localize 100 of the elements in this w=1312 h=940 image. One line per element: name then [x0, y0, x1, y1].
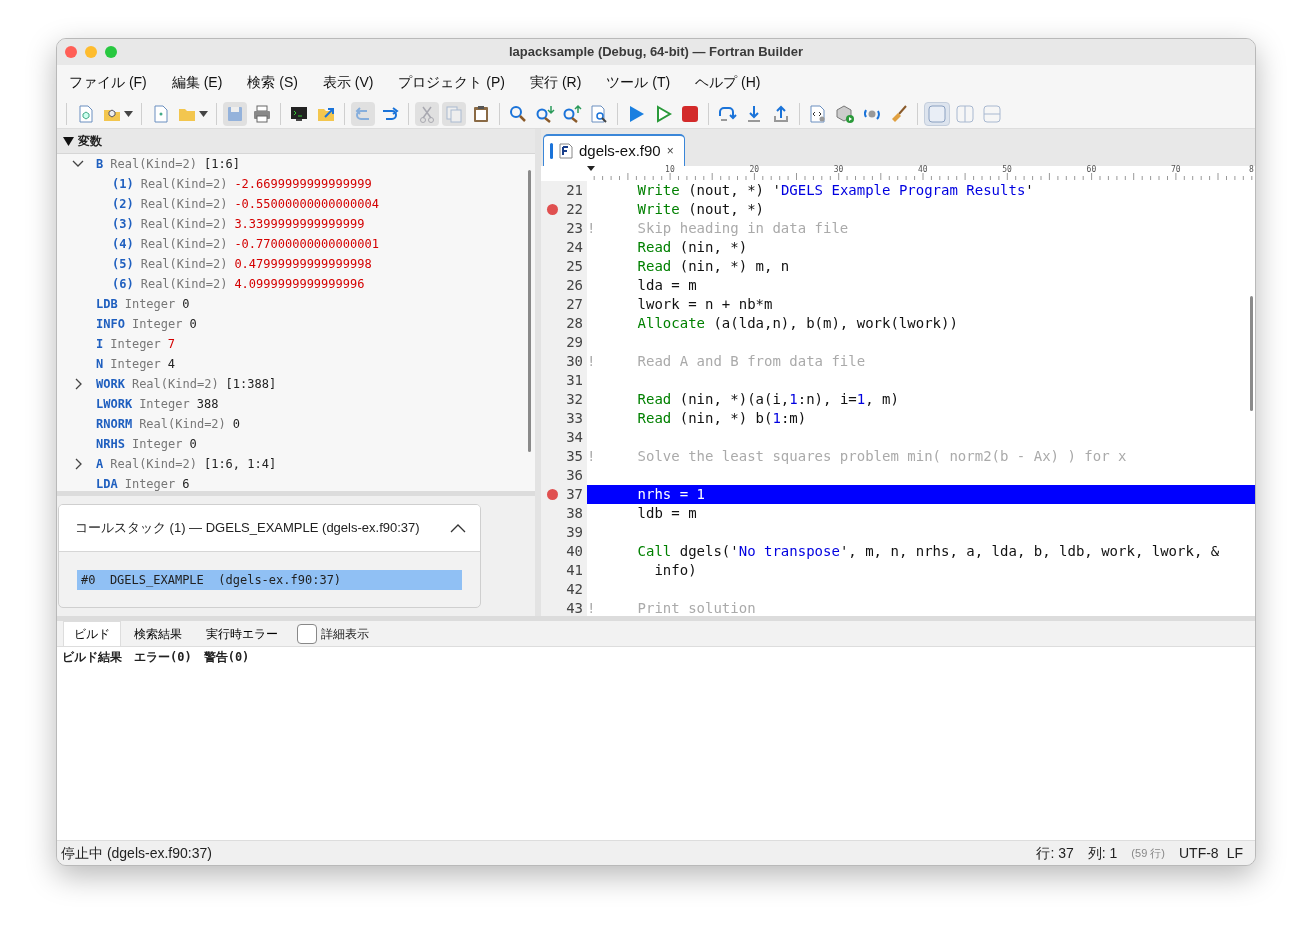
line-number: 42	[566, 580, 584, 599]
variable-name: NRHS	[96, 436, 125, 453]
variable-value: 0	[189, 436, 197, 453]
horizontal-split-icon	[982, 103, 1002, 124]
variable-name: LWORK	[96, 396, 133, 413]
variable-name: (5)	[112, 256, 134, 273]
variable-type: Real(Kind=2)	[110, 456, 197, 473]
menu-item[interactable]: ヘルプ (H)	[687, 67, 769, 97]
breakpoint-icon[interactable]	[547, 204, 558, 215]
variable-value: -2.6699999999999999	[234, 176, 372, 193]
ruler-label: 60	[1086, 164, 1097, 176]
variable-name: (4)	[112, 236, 134, 253]
output-tab[interactable]: 検索結果	[123, 621, 193, 646]
variable-type: Real(Kind=2)	[140, 196, 228, 213]
line-number: 32	[566, 390, 584, 409]
variable-type: Real(Kind=2)	[140, 176, 228, 193]
line-number: 28	[566, 314, 584, 333]
menu-item[interactable]: ツール (T)	[598, 67, 679, 97]
line-number: 27	[566, 295, 584, 314]
tab-label: dgels-ex.f90	[579, 140, 661, 161]
variable-name: A	[96, 456, 104, 473]
variable-name: N	[96, 356, 104, 373]
tab-indicator	[550, 143, 553, 159]
code-line: ! Solve the least squares problem min( norm2(b - Ax) ) for x	[587, 447, 1128, 466]
ruler-label: 50	[1002, 164, 1012, 176]
variable-type: Real(Kind=2)	[140, 256, 228, 273]
line-number: 29	[566, 333, 584, 352]
collapse-icon[interactable]	[63, 136, 74, 146]
variable-name: I	[96, 336, 104, 353]
line-number: 30	[566, 352, 584, 371]
code-line: Write (nout, *) 'DGELS Example Program Results'	[636, 181, 1035, 200]
variable-value: [1:6]	[203, 156, 241, 173]
menu-item[interactable]: 検索 (S)	[239, 67, 306, 97]
variable-name: WORK	[96, 376, 125, 393]
breakpoint-icon[interactable]	[547, 489, 558, 500]
line-number: 38	[566, 504, 584, 523]
variable-name: LDA	[96, 476, 118, 491]
vertical-split-icon	[955, 103, 975, 124]
chevron-up-icon[interactable]	[450, 523, 466, 533]
variable-value: 4	[167, 356, 176, 373]
variable-type: Real(Kind=2)	[140, 276, 228, 293]
line-number: 26	[566, 276, 584, 295]
variable-name: (2)	[112, 196, 134, 213]
line-number: 43	[566, 599, 584, 616]
code-line: Read (nin, *) m, n	[636, 257, 791, 276]
menu-item[interactable]: ファイル (F)	[61, 67, 155, 97]
code-line: Read (nin, *)(a(i,1:n), i=1, m)	[636, 390, 900, 409]
code-line: Write (nout, *)	[636, 200, 765, 219]
code-line: Read (nin, *) b(1:m)	[636, 409, 808, 428]
variable-type: Real(Kind=2)	[110, 156, 197, 173]
build-output: ビルド結果 エラー(0) 警告(0)	[61, 649, 251, 666]
line-number: 35	[566, 447, 584, 466]
code-line: Read (nin, *)	[636, 238, 749, 257]
stack-frame[interactable]: #0 DGELS_EXAMPLE (dgels-ex.f90:37)	[77, 570, 462, 590]
variable-value: -0.77000000000000001	[234, 236, 379, 253]
menu-item[interactable]: 実行 (R)	[522, 67, 590, 97]
close-button[interactable]	[65, 46, 77, 58]
variable-type: Integer	[124, 476, 176, 491]
output-tab[interactable]: ビルド	[63, 621, 121, 646]
variable-value: 6	[182, 476, 190, 491]
search-up-icon	[562, 103, 582, 124]
paste-icon	[471, 103, 491, 124]
variable-type: Real(Kind=2)	[131, 376, 219, 393]
menu-item[interactable]: 編集 (E)	[163, 67, 231, 97]
caret-icon	[124, 110, 133, 117]
line-number: 24	[566, 238, 584, 257]
scrollbar[interactable]	[528, 170, 531, 452]
line-number: 39	[566, 523, 584, 542]
print-icon	[252, 103, 272, 124]
editor-tab[interactable]: dgels-ex.f90 ×	[543, 134, 685, 166]
menu-item[interactable]: 表示 (V)	[314, 67, 382, 97]
line-number: 37	[566, 485, 584, 504]
line-count: (59 行)	[1131, 846, 1165, 862]
encoding: UTF-8	[1179, 844, 1219, 863]
variable-name: RNORM	[96, 416, 133, 433]
variable-value: 4.0999999999999996	[234, 276, 365, 293]
variable-type: Integer	[139, 396, 190, 413]
ruler-label: 70	[1170, 164, 1181, 176]
close-button[interactable]: ×	[666, 142, 674, 160]
menu-item[interactable]: プロジェクト (P)	[390, 67, 513, 97]
line-number: 34	[566, 428, 584, 447]
variable-name: INFO	[96, 316, 125, 333]
variable-type: Integer	[124, 296, 176, 313]
output-tab[interactable]: 実行時エラー	[195, 621, 289, 646]
panel-title: コールスタック (1) — DGELS_EXAMPLE (dgels-ex.f90:37)	[75, 519, 420, 538]
variable-type: Integer	[110, 336, 161, 353]
scrollbar[interactable]	[1250, 296, 1253, 411]
variable-type: Real(Kind=2)	[139, 416, 226, 433]
cursor-line: 行: 37	[1036, 844, 1074, 863]
status-text: 停止中 (dgels-ex.f90:37)	[61, 844, 212, 863]
ruler-label: 10	[665, 164, 675, 176]
ruler-label: 8	[1249, 164, 1254, 176]
variable-value: 0	[182, 296, 190, 313]
find-in-file-icon	[589, 103, 609, 124]
code-line: lwork = n + nb*m	[636, 295, 774, 314]
ruler-label: 20	[749, 164, 759, 176]
variable-name: (3)	[112, 216, 134, 233]
line-number: 23	[566, 219, 584, 238]
checkbox[interactable]	[297, 623, 317, 644]
variable-type: Integer	[131, 436, 183, 453]
